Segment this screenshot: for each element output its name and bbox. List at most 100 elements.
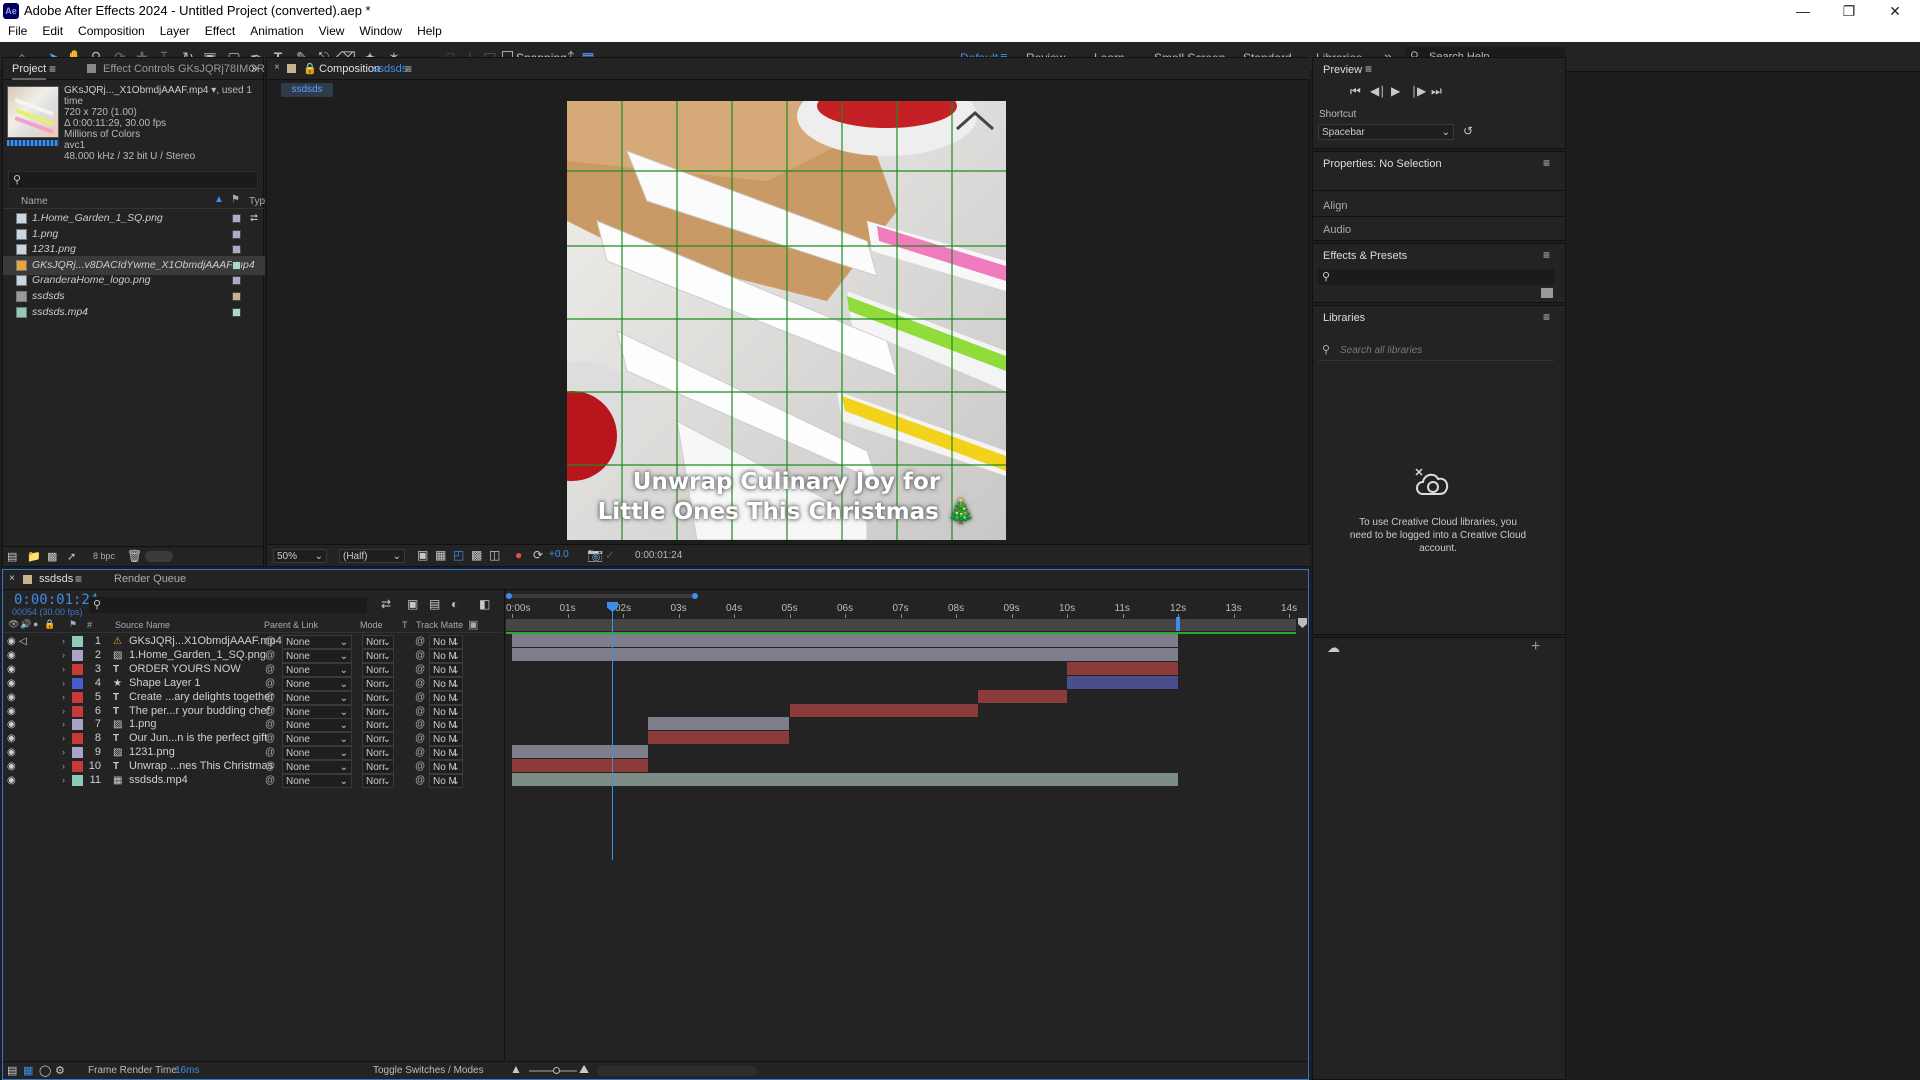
panel-menu-icon[interactable]: ≡ (1543, 248, 1550, 262)
panel-overflow-icon[interactable]: » (251, 60, 258, 75)
visibility-eye-icon[interactable]: ◉ (7, 772, 16, 789)
previous-frame-icon[interactable]: ◀∣ (1370, 84, 1385, 98)
menu-edit[interactable]: Edit (34, 22, 70, 38)
layer-duration-bar[interactable] (512, 759, 648, 773)
column-name[interactable]: Name (21, 196, 48, 207)
column-mode[interactable]: Mode (360, 620, 383, 630)
tab-timeline-comp[interactable]: ssdsds (39, 573, 73, 585)
menu-file[interactable]: File (0, 22, 34, 38)
menu-window[interactable]: Window (351, 22, 409, 38)
shortcut-select[interactable]: Spacebar ⌄ (1318, 124, 1454, 140)
layer-label-color[interactable] (72, 705, 83, 717)
layer-label-color[interactable] (72, 691, 83, 703)
sort-ascending-icon[interactable]: ▲ (214, 194, 224, 205)
tab-composition[interactable]: Composition (319, 63, 380, 75)
snapshot-icon[interactable]: 📷 (587, 547, 603, 563)
exposure-value[interactable]: +0.0 (549, 549, 569, 560)
transfer-controls-icon[interactable]: ▦ (23, 1064, 33, 1077)
layer-duration-bar[interactable] (1067, 675, 1178, 689)
label-column-icon[interactable]: ⚑ (231, 194, 240, 205)
project-item[interactable]: ssdsds.mp4 (3, 303, 265, 322)
comp-end-marker[interactable] (1298, 618, 1307, 628)
library-search-input[interactable]: ⚲ Search all libraries (1318, 339, 1554, 361)
layer-duration-bar[interactable] (978, 689, 1067, 703)
graph-editor-icon[interactable]: ◧ (479, 597, 490, 611)
column-source-name[interactable]: Source Name (115, 620, 170, 630)
layer-duration-bar[interactable] (789, 703, 979, 717)
minimize-icon[interactable]: — (1780, 1, 1826, 21)
menu-view[interactable]: View (311, 22, 352, 38)
menu-effect[interactable]: Effect (197, 22, 242, 38)
layer-label-color[interactable] (72, 663, 83, 675)
resolution-select[interactable]: (Half) ⌄ (339, 549, 405, 563)
play-icon[interactable]: ▶ (1391, 84, 1400, 98)
label-color-swatch[interactable] (232, 276, 241, 286)
pick-whip-icon[interactable]: @ (265, 772, 275, 789)
layer-name[interactable]: ssdsds.mp4 (129, 772, 188, 789)
layer-label-color[interactable] (72, 733, 83, 745)
label-color-swatch[interactable] (232, 214, 241, 223)
zoom-in-icon[interactable]: ⛰ (579, 1062, 589, 1077)
bit-depth-label[interactable]: 8 bpc (93, 551, 115, 561)
column-type[interactable]: Typ (249, 196, 265, 207)
grid-guides-icon[interactable]: ◫ (489, 548, 500, 562)
color-channels-icon[interactable]: ● (515, 548, 522, 562)
label-color-swatch[interactable] (232, 292, 241, 301)
shy-layers-icon[interactable]: ▤ (429, 597, 440, 611)
effects-search-input[interactable]: ⚲ (1318, 269, 1554, 285)
parent-select[interactable]: None ⌄ (282, 774, 352, 788)
timeline-zoom-slider[interactable] (529, 1067, 577, 1074)
thumbnail-toggle[interactable] (145, 551, 173, 562)
toggle-switches-modes[interactable]: Toggle Switches / Modes (373, 1065, 484, 1076)
current-time-display[interactable]: 0:00:01:24 (635, 550, 682, 561)
layer-label-color[interactable] (72, 719, 83, 731)
render-time-toggle-icon[interactable]: ⚙ (55, 1064, 65, 1077)
matte-pick-whip-icon[interactable]: @ (415, 772, 425, 789)
zoom-select[interactable]: 50% ⌄ (273, 549, 327, 563)
frame-blending-icon[interactable]: ◐ (451, 597, 458, 611)
mask-visibility-icon[interactable]: ◰ (453, 548, 464, 562)
panel-menu-icon[interactable]: ≡ (75, 572, 82, 586)
current-time-indicator[interactable] (606, 602, 618, 860)
delete-icon[interactable]: 🗑 (127, 549, 142, 563)
timeline-current-time[interactable]: 0:00:01:24 (14, 592, 98, 608)
transparency-grid-icon[interactable]: ▦ (435, 548, 446, 562)
menu-animation[interactable]: Animation (242, 22, 310, 38)
reset-icon[interactable]: ↺ (1463, 124, 1473, 138)
label-color-swatch[interactable] (232, 260, 241, 270)
layer-label-color[interactable] (72, 775, 83, 786)
column-parent-link[interactable]: Parent & Link (264, 620, 318, 630)
menu-composition[interactable]: Composition (70, 22, 152, 38)
work-area-end-handle[interactable] (1176, 617, 1180, 631)
tab-effect-controls[interactable]: Effect Controls GKsJQRj78IMGR (103, 63, 265, 75)
last-frame-icon[interactable]: ⏭ (1431, 84, 1442, 99)
matte-toggle-icon[interactable]: ▣ (468, 618, 478, 631)
add-library-icon[interactable]: + (1531, 638, 1540, 656)
menu-layer[interactable]: Layer (152, 22, 197, 38)
close-tab-icon[interactable]: × (274, 62, 280, 73)
panel-menu-icon[interactable]: ≡ (1543, 156, 1550, 170)
layer-duration-bar[interactable] (647, 731, 790, 745)
zoom-out-icon[interactable]: ▲ (510, 1062, 522, 1076)
fast-previews-icon[interactable]: ▣ (417, 548, 428, 562)
time-ruler[interactable]: 0:00s 01s 02s 03s 04s 05s 06s 07s 08s 09s 10s 11s 12… (506, 602, 1306, 618)
tab-composition-name[interactable]: ssdsds (373, 63, 407, 75)
close-icon[interactable]: ✕ (1872, 1, 1918, 21)
interpret-footage-icon[interactable]: ▤ (7, 550, 17, 563)
draft-3d-icon[interactable]: ▣ (407, 597, 418, 611)
layer-label-color[interactable] (72, 677, 83, 689)
next-frame-icon[interactable]: ∣▶ (1411, 84, 1426, 98)
menu-help[interactable]: Help (409, 22, 449, 38)
adjust-settings-icon[interactable]: ➚ (67, 550, 76, 563)
layer-label-color[interactable] (72, 747, 83, 759)
comp-flowchart-tab[interactable]: ssdsds (281, 83, 333, 97)
region-of-interest-icon[interactable]: ▩ (471, 548, 482, 562)
tab-project[interactable]: Project (12, 63, 47, 80)
timeline-search-input[interactable]: ⚲ (89, 597, 367, 613)
audio-panel[interactable]: Audio (1323, 224, 1351, 236)
new-folder-icon[interactable]: 📁 (27, 550, 41, 563)
align-panel[interactable]: Align (1323, 200, 1347, 212)
comp-mini-flowchart-icon[interactable]: ⇄ (381, 597, 391, 611)
new-preset-icon[interactable] (1541, 288, 1553, 298)
first-frame-icon[interactable]: ⏮ (1350, 84, 1361, 99)
